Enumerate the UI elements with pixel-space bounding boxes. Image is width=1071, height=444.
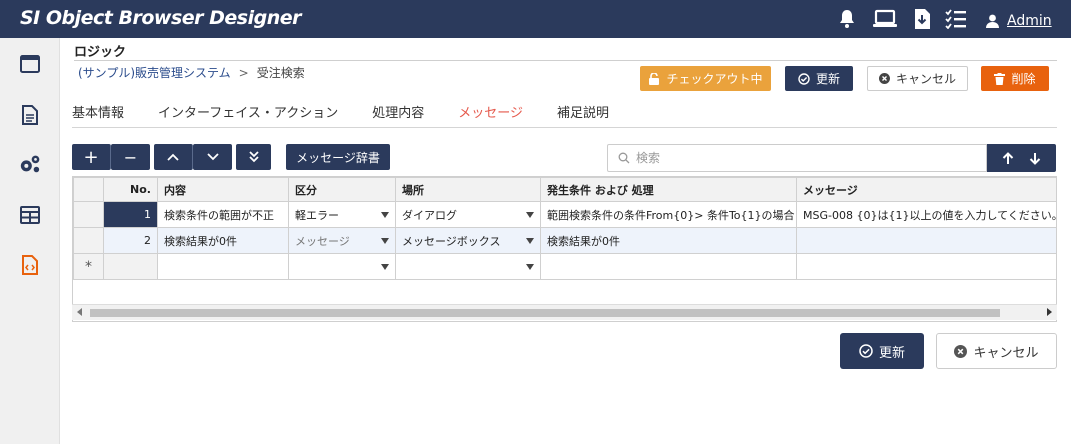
cell-no[interactable] [103, 253, 158, 280]
download-icon[interactable] [911, 9, 933, 29]
checkout-label: チェックアウト中 [666, 72, 763, 86]
cell-message[interactable] [796, 227, 1056, 254]
new-row-marker: * [73, 253, 104, 280]
row-selector[interactable] [73, 201, 104, 228]
breadcrumb-parent[interactable]: (サンプル)販売管理システム [78, 64, 231, 81]
delete-label: 削除 [1011, 72, 1036, 86]
footer-cancel-button[interactable]: キャンセル [936, 333, 1057, 369]
move-up-button[interactable] [154, 144, 193, 170]
search-input[interactable] [636, 151, 956, 165]
update-button[interactable]: 更新 [785, 66, 853, 91]
remove-row-button[interactable]: − [111, 144, 150, 170]
col-header-selector [73, 177, 104, 202]
message-grid: No. 内容 区分 場所 発生条件 および 処理 メッセージ 1 検索条件の範囲… [72, 176, 1057, 322]
cell-location-select[interactable] [395, 253, 541, 280]
move-down-button[interactable] [193, 144, 232, 170]
breadcrumb-current: 受注検索 [256, 66, 305, 80]
chevron-up-icon [167, 153, 179, 161]
delete-button[interactable]: 削除 [981, 66, 1049, 91]
window-icon[interactable] [19, 53, 41, 75]
col-header-category[interactable]: 区分 [288, 177, 396, 202]
move-bottom-button[interactable] [236, 144, 271, 170]
row-selector[interactable] [73, 227, 104, 254]
user-menu[interactable]: Admin [986, 13, 1052, 29]
scroll-left-icon[interactable] [77, 308, 82, 316]
cell-content[interactable]: 検索結果が0件 [157, 227, 289, 254]
main-content: ロジック (サンプル)販売管理システム > 受注検索 チェックアウト中 更新 キ… [60, 38, 1071, 444]
tab-bar: 基本情報 インターフェイス・アクション 処理内容 メッセージ 補足説明 [72, 102, 643, 121]
col-header-location[interactable]: 場所 [395, 177, 541, 202]
search-box [607, 144, 987, 172]
scroll-right-icon[interactable] [1047, 308, 1052, 316]
code-file-icon[interactable] [19, 254, 41, 276]
cancel-circle-icon [954, 344, 968, 358]
tabs-divider [72, 127, 1057, 128]
arrow-down-icon[interactable] [1029, 152, 1041, 165]
arrow-up-icon[interactable] [1002, 151, 1014, 165]
breadcrumb-separator: > [238, 65, 249, 80]
tab-processing[interactable]: 処理内容 [372, 102, 424, 121]
title-divider [74, 60, 1057, 61]
cell-message[interactable]: MSG-008 {0}は{1}以上の値を入力してください。 [796, 201, 1056, 228]
breadcrumb: (サンプル)販売管理システム > 受注検索 [78, 64, 305, 81]
col-header-content[interactable]: 内容 [157, 177, 289, 202]
grid-header-row: No. 内容 区分 場所 発生条件 および 処理 メッセージ [73, 177, 1056, 202]
cancel-button[interactable]: キャンセル [867, 66, 968, 91]
table-icon[interactable] [19, 204, 41, 226]
unlock-icon [649, 72, 660, 85]
chevron-down-icon [206, 153, 219, 161]
checklist-icon[interactable] [945, 9, 967, 29]
laptop-icon[interactable] [872, 9, 898, 29]
cell-location-select[interactable]: ダイアログ [395, 201, 541, 228]
app-logo: SI Object Browser Designer [20, 7, 301, 29]
cancel-circle-icon [878, 73, 890, 84]
double-chevron-down-icon [248, 151, 259, 163]
cell-no[interactable]: 1 [103, 201, 158, 228]
check-circle-icon [859, 344, 873, 358]
cell-condition[interactable] [540, 253, 797, 280]
trash-icon [994, 72, 1006, 85]
bell-icon[interactable] [836, 9, 858, 29]
document-icon[interactable] [19, 104, 41, 126]
user-icon [986, 14, 999, 28]
tab-basic-info[interactable]: 基本情報 [72, 102, 124, 121]
user-name[interactable]: Admin [1007, 13, 1052, 29]
tab-supplement[interactable]: 補足説明 [557, 102, 609, 121]
search-icon [618, 152, 630, 164]
cell-no[interactable]: 2 [103, 227, 158, 254]
horizontal-scrollbar[interactable] [72, 304, 1057, 320]
col-header-no[interactable]: No. [103, 177, 158, 202]
footer-update-button[interactable]: 更新 [840, 333, 924, 369]
footer-update-label: 更新 [878, 345, 905, 361]
scrollbar-thumb[interactable] [90, 309, 1000, 317]
new-row[interactable]: * [73, 253, 1056, 280]
col-header-message[interactable]: メッセージ [796, 177, 1056, 202]
cancel-label: キャンセル [895, 72, 956, 86]
message-dictionary-button[interactable]: メッセージ辞書 [286, 144, 390, 170]
footer-cancel-label: キャンセル [973, 345, 1039, 361]
cell-content[interactable]: 検索条件の範囲が不正 [157, 201, 289, 228]
checkout-button[interactable]: チェックアウト中 [640, 66, 771, 91]
cell-category-select[interactable]: メッセージ [288, 227, 396, 254]
cell-content[interactable] [157, 253, 289, 280]
top-bar: SI Object Browser Designer Admin [0, 0, 1071, 38]
cell-location-select[interactable]: メッセージボックス [395, 227, 541, 254]
update-label: 更新 [815, 72, 840, 86]
sort-buttons [987, 144, 1056, 172]
tab-interface-action[interactable]: インターフェイス・アクション [158, 102, 338, 121]
tab-message[interactable]: メッセージ [458, 102, 523, 121]
add-row-button[interactable]: + [72, 144, 111, 170]
cell-message[interactable] [796, 253, 1056, 280]
table-row[interactable]: 2 検索結果が0件 メッセージ メッセージボックス 検索結果が0件 [73, 227, 1056, 254]
cell-category-select[interactable]: 軽エラー [288, 201, 396, 228]
cell-category-select[interactable] [288, 253, 396, 280]
sidebar [0, 38, 60, 444]
table-row[interactable]: 1 検索条件の範囲が不正 軽エラー ダイアログ 範囲検索条件の条件From{0}… [73, 201, 1056, 228]
col-header-condition[interactable]: 発生条件 および 処理 [540, 177, 797, 202]
check-circle-icon [798, 72, 810, 85]
cell-condition[interactable]: 検索結果が0件 [540, 227, 797, 254]
gears-icon[interactable] [19, 153, 41, 175]
cell-condition[interactable]: 範囲検索条件の条件From{0}> 条件To{1}の場合 [540, 201, 797, 228]
page-title: ロジック [74, 45, 127, 60]
